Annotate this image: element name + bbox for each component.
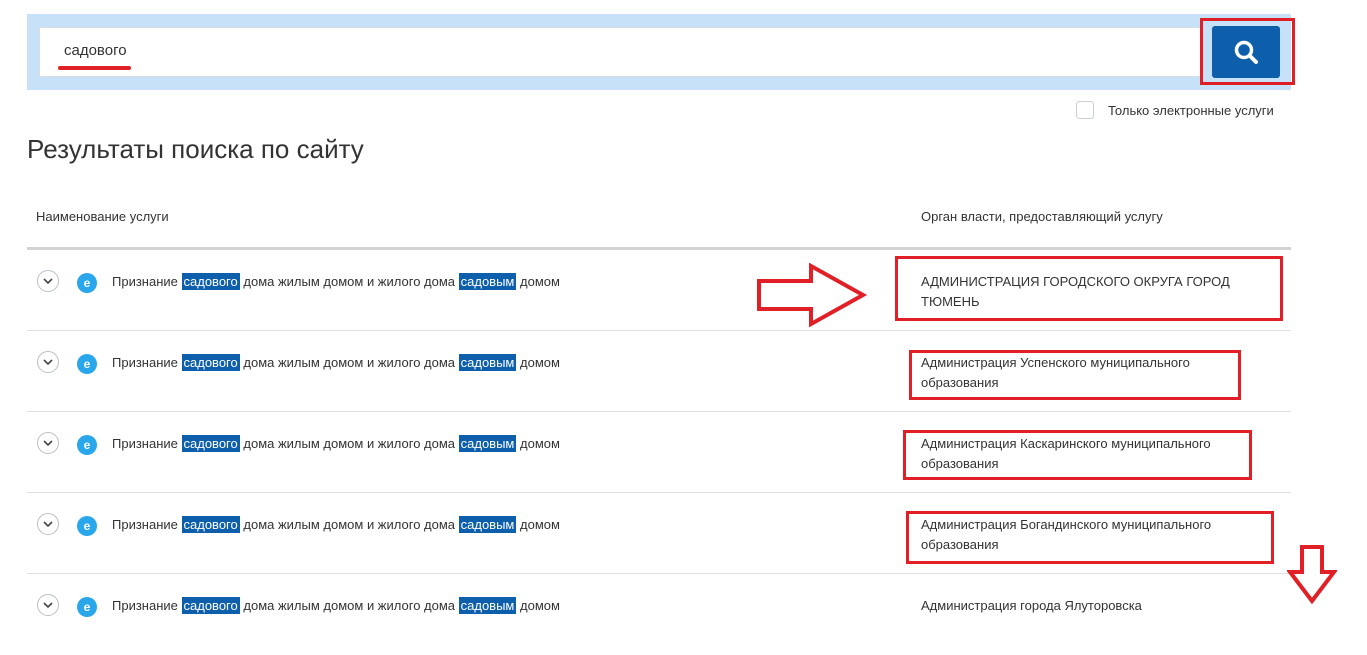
service-name-text: дома жилым домом и жилого дома (243, 598, 456, 613)
chevron-down-icon (43, 520, 53, 527)
annotation-arrow-right-icon (757, 263, 868, 327)
service-name-text: Признание (112, 355, 178, 370)
service-name-text: дома жилым домом и жилого дома (243, 436, 456, 451)
search-highlight: садового (181, 516, 240, 533)
service-name-text: домом (520, 598, 560, 613)
service-name-text: Признание (112, 274, 178, 289)
service-name-link[interactable]: Признание садового дома жилым домом и жи… (112, 354, 560, 372)
electronic-service-badge: e (77, 516, 97, 536)
annotation-box-authority (903, 430, 1252, 480)
chevron-down-icon (43, 439, 53, 446)
annotation-arrow-down-icon (1287, 545, 1337, 604)
search-input-field[interactable] (39, 27, 1204, 77)
service-name-text: домом (520, 436, 560, 451)
chevron-down-icon (43, 601, 53, 608)
chevron-down-icon (43, 358, 53, 365)
expand-button[interactable] (37, 270, 59, 292)
search-highlight: садовым (458, 435, 517, 452)
electronic-service-badge: e (77, 273, 97, 293)
only-electronic-label: Только электронные услуги (1108, 102, 1274, 118)
service-name-text: дома жилым домом и жилого дома (243, 355, 456, 370)
expand-button[interactable] (37, 594, 59, 616)
only-electronic-checkbox[interactable] (1076, 101, 1094, 119)
expand-button[interactable] (37, 513, 59, 535)
service-name-link[interactable]: Признание садового дома жилым домом и жи… (112, 435, 560, 453)
page-title: Результаты поиска по сайту (27, 134, 364, 164)
electronic-service-badge: e (77, 354, 97, 374)
authority-name: Администрация города Ялуторовска (921, 598, 1142, 613)
expand-button[interactable] (37, 432, 59, 454)
service-name-link[interactable]: Признание садового дома жилым домом и жи… (112, 516, 560, 534)
annotation-box-authority (906, 511, 1274, 564)
expand-button[interactable] (37, 351, 59, 373)
search-highlight: садового (181, 354, 240, 371)
chevron-down-icon (43, 277, 53, 284)
electronic-service-badge: e (77, 597, 97, 617)
electronic-service-badge: e (77, 435, 97, 455)
annotation-box-authority (909, 350, 1241, 400)
search-highlight: садовым (458, 273, 517, 290)
search-highlight: садовым (458, 354, 517, 371)
search-highlight: садового (181, 435, 240, 452)
service-name-link[interactable]: Признание садового дома жилым домом и жи… (112, 597, 560, 615)
service-name-text: дома жилым домом и жилого дома (243, 274, 456, 289)
service-name-text: Признание (112, 436, 178, 451)
annotation-box-search-button (1200, 18, 1295, 85)
service-name-text: Признание (112, 598, 178, 613)
search-highlight: садового (181, 273, 240, 290)
search-highlight: садовым (458, 597, 517, 614)
service-name-text: домом (520, 355, 560, 370)
service-name-link[interactable]: Признание садового дома жилым домом и жи… (112, 273, 560, 291)
annotation-box-authority (895, 256, 1283, 321)
column-header-authority: Орган власти, предоставляющий услугу (921, 209, 1163, 224)
column-header-service: Наименование услуги (36, 209, 169, 224)
annotation-underline (58, 66, 131, 70)
search-highlight: садовым (458, 516, 517, 533)
service-name-text: домом (520, 517, 560, 532)
service-name-text: Признание (112, 517, 178, 532)
table-row[interactable]: e Признание садового дома жилым домом и … (27, 574, 1291, 655)
search-highlight: садового (181, 597, 240, 614)
search-input[interactable] (64, 42, 664, 59)
service-name-text: домом (520, 274, 560, 289)
service-name-text: дома жилым домом и жилого дома (243, 517, 456, 532)
only-electronic-filter[interactable]: Только электронные услуги (1076, 100, 1274, 120)
